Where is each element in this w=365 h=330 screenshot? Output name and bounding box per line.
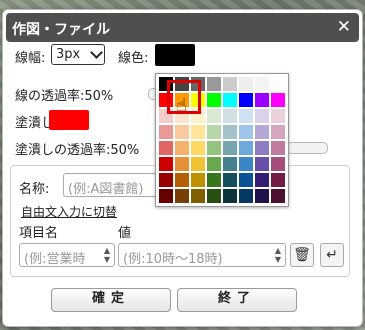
palette-color-cell[interactable] xyxy=(238,172,254,188)
palette-color-cell[interactable] xyxy=(158,172,174,188)
name-placeholder: (例:A図書館) xyxy=(68,182,144,197)
palette-color-cell[interactable] xyxy=(238,108,254,124)
palette-color-cell[interactable] xyxy=(254,156,270,172)
palette-color-cell[interactable] xyxy=(270,92,286,108)
palette-color-cell[interactable] xyxy=(254,124,270,140)
name-label: 名称: xyxy=(19,182,50,197)
line-width-select[interactable]: 3px xyxy=(51,44,105,65)
line-opacity-label: 線の透過率:50% xyxy=(15,89,114,104)
palette-color-cell[interactable] xyxy=(222,140,238,156)
attribute-key-placeholder: (例:営業時 xyxy=(24,252,86,267)
palette-color-cell[interactable] xyxy=(206,140,222,156)
palette-color-cell[interactable] xyxy=(158,156,174,172)
palette-color-cell[interactable] xyxy=(238,76,254,92)
palette-color-cell[interactable] xyxy=(190,188,206,204)
fill-opacity-label: 塗潰しの透過率:50% xyxy=(15,143,140,158)
dialog-titlebar[interactable]: 作図・ファイル ✕ xyxy=(6,13,359,42)
palette-color-cell[interactable] xyxy=(254,108,270,124)
palette-color-cell[interactable] xyxy=(222,92,238,108)
palette-color-cell[interactable] xyxy=(190,156,206,172)
palette-color-cell[interactable] xyxy=(174,188,190,204)
trash-icon: 🗑 xyxy=(293,247,311,263)
attribute-value-input[interactable]: (例:10時〜18時) ▲ ▼ xyxy=(118,243,286,267)
palette-color-cell[interactable] xyxy=(158,188,174,204)
palette-color-cell[interactable] xyxy=(206,76,222,92)
palette-color-cell[interactable] xyxy=(190,172,206,188)
palette-color-cell[interactable] xyxy=(190,124,206,140)
palette-color-cell[interactable] xyxy=(238,156,254,172)
palette-color-cell[interactable] xyxy=(206,108,222,124)
palette-color-cell[interactable] xyxy=(190,140,206,156)
free-input-toggle-link[interactable]: 自由文入力に切替 xyxy=(21,203,117,220)
palette-color-cell[interactable] xyxy=(158,140,174,156)
attribute-value-header: 値 xyxy=(118,226,132,241)
chevron-down-icon xyxy=(90,46,103,59)
palette-color-cell[interactable] xyxy=(206,124,222,140)
close-icon[interactable]: ✕ xyxy=(337,17,351,37)
attribute-value-placeholder: (例:10時〜18時) xyxy=(123,252,223,267)
line-color-label: 線色: xyxy=(118,51,149,66)
palette-color-cell[interactable] xyxy=(270,108,286,124)
palette-color-cell[interactable] xyxy=(270,172,286,188)
line-width-label: 線幅: xyxy=(15,51,46,66)
palette-color-cell[interactable] xyxy=(254,172,270,188)
palette-color-cell[interactable] xyxy=(222,188,238,204)
palette-color-cell[interactable] xyxy=(174,172,190,188)
palette-color-cell[interactable] xyxy=(206,156,222,172)
ok-button[interactable]: 確定 xyxy=(51,288,171,312)
key-spinner-icon[interactable]: ▲ ▼ xyxy=(102,246,112,264)
palette-color-cell[interactable] xyxy=(254,92,270,108)
palette-color-cell[interactable] xyxy=(270,140,286,156)
palette-color-cell[interactable] xyxy=(254,76,270,92)
line-width-value: 3px xyxy=(56,47,81,62)
palette-color-cell[interactable] xyxy=(174,124,190,140)
palette-color-cell[interactable] xyxy=(270,76,286,92)
palette-color-cell[interactable] xyxy=(238,92,254,108)
fill-opacity-slider[interactable] xyxy=(286,142,328,154)
palette-color-cell[interactable] xyxy=(206,92,222,108)
palette-color-cell[interactable] xyxy=(206,188,222,204)
name-input[interactable]: (例:A図書館) xyxy=(63,173,158,197)
palette-color-cell[interactable] xyxy=(238,188,254,204)
palette-color-cell[interactable] xyxy=(270,124,286,140)
palette-color-cell[interactable] xyxy=(270,156,286,172)
attribute-key-input[interactable]: (例:営業時 ▲ ▼ xyxy=(19,243,115,267)
attribute-key-header: 項目名 xyxy=(19,226,59,241)
palette-color-cell[interactable] xyxy=(222,172,238,188)
line-color-swatch[interactable] xyxy=(155,44,195,66)
palette-color-cell[interactable] xyxy=(158,124,174,140)
palette-color-cell[interactable] xyxy=(222,156,238,172)
hand-pointer-icon: ☝ xyxy=(176,95,187,116)
dialog-title: 作図・ファイル xyxy=(12,22,110,38)
palette-color-cell[interactable] xyxy=(222,108,238,124)
delete-attribute-button[interactable]: 🗑 xyxy=(290,243,314,267)
palette-color-cell[interactable] xyxy=(222,76,238,92)
palette-color-cell[interactable] xyxy=(238,140,254,156)
fill-color-swatch[interactable] xyxy=(49,110,89,130)
add-attribute-button[interactable]: ↵ xyxy=(320,243,344,267)
palette-color-cell[interactable] xyxy=(174,140,190,156)
palette-color-cell[interactable] xyxy=(206,172,222,188)
palette-color-cell[interactable] xyxy=(238,124,254,140)
palette-color-cell[interactable] xyxy=(270,188,286,204)
palette-color-cell[interactable] xyxy=(222,124,238,140)
palette-color-cell[interactable] xyxy=(254,140,270,156)
close-button[interactable]: 終了 xyxy=(177,288,297,312)
enter-arrow-icon: ↵ xyxy=(326,247,338,263)
palette-color-cell[interactable] xyxy=(174,156,190,172)
palette-color-cell[interactable] xyxy=(254,188,270,204)
value-spinner-icon[interactable]: ▲ ▼ xyxy=(273,246,283,264)
